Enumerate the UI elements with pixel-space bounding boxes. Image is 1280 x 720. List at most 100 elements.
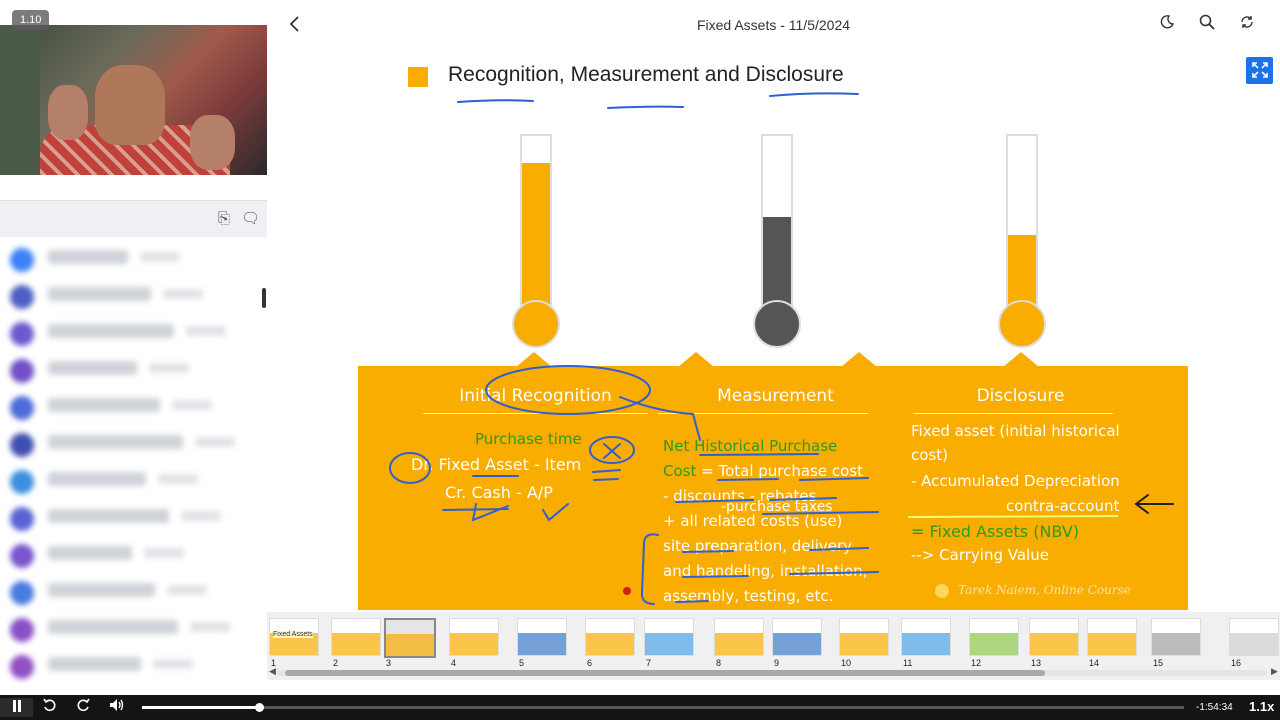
participant-item[interactable] [10,577,250,605]
playback-speed-button[interactable]: 1.1x [1249,699,1274,714]
thumbnail-preview [1230,633,1278,655]
purchase-time-text: Purchase time [475,430,582,448]
participant-item[interactable] [10,244,250,272]
video-presenter-head [95,65,165,145]
thumbnail-number: 7 [646,658,652,668]
slide-title: Recognition, Measurement and Disclosure [448,63,844,86]
chat-icon[interactable]: 🗨 [241,211,260,227]
slide-thumbnail[interactable] [969,618,1019,656]
slide-thumbnail[interactable]: Fixed Assets [269,618,319,656]
participant-item[interactable] [10,318,250,346]
heading-underline [913,413,1113,414]
search-button[interactable] [1196,14,1218,36]
search-icon [1199,14,1215,30]
thumbnail-number: 12 [971,658,982,668]
panel-notch [841,352,877,367]
participant-item[interactable] [10,614,250,642]
thumbnail-preview [518,633,566,655]
participant-time-blurred [186,326,226,336]
thermometer-recognition [520,134,552,318]
measurement-line-1: Net Historical Purchase [663,437,837,455]
slide-thumbnail[interactable] [449,618,499,656]
thumbnail-preview [970,633,1018,655]
participant-item[interactable] [10,466,250,494]
thumbnail-scroll-left[interactable]: ◀ [269,666,276,677]
panel-notch [516,352,552,367]
video-speed-badge: 1.10 [12,10,50,30]
thumbnail-preview [902,633,950,655]
progress-track[interactable] [142,706,1184,709]
participant-time-blurred [190,622,230,632]
measurement-line-7: assembly, testing, etc. [663,587,834,605]
pause-button[interactable] [0,698,33,717]
volume-button[interactable] [107,698,127,717]
volume-icon [110,699,124,711]
measurement-line-5: site preparation, delivery [663,537,853,555]
panel-notch [1003,352,1039,367]
participant-time-blurred [181,511,221,521]
participant-scrollbar[interactable] [262,288,266,308]
thumbnail-number: 9 [774,658,780,668]
heading-disclosure: Disclosure [976,386,1065,406]
participant-item[interactable] [10,281,250,309]
thermometer-bulb [512,300,560,348]
presenter-video[interactable] [0,25,267,175]
slide-thumbnail[interactable] [901,618,951,656]
slide-thumbnail[interactable] [1229,618,1279,656]
measurement-total-text: = Total purchase cost [696,462,864,480]
disclosure-line-6: --> Carrying Value [911,546,1049,564]
participant-time-blurred [140,252,180,262]
avatar [10,285,34,309]
slide-thumbnail[interactable] [331,618,381,656]
thermometer-bulb [753,300,801,348]
theme-toggle-button[interactable] [1156,14,1178,36]
participant-time-blurred [167,585,207,595]
thumbnail-number: 13 [1031,658,1042,668]
slide-thumbnail[interactable] [1029,618,1079,656]
video-presenter-hand [190,115,235,170]
progress-fill [142,706,259,709]
slide-canvas[interactable]: Recognition, Measurement and Disclosure … [358,52,1188,610]
measurement-line-4: + all related costs (use) [663,512,843,530]
avatar [10,618,34,642]
fullscreen-button[interactable] [1246,57,1273,84]
thumbnail-number: 10 [841,658,852,668]
document-title: Fixed Assets - 11/5/2024 [696,17,851,33]
avatar [10,433,34,457]
moon-icon [1160,15,1175,29]
thumbnail-number: 2 [333,658,339,668]
slide-thumbnail[interactable] [772,618,822,656]
thumbnail-scroll-thumb[interactable] [285,670,1045,676]
slide-thumbnail[interactable] [1151,618,1201,656]
thumbnail-scroll-right[interactable]: ▶ [1271,666,1278,677]
forward-icon [77,698,90,712]
participant-item[interactable] [10,392,250,420]
rewind-button[interactable] [40,698,60,717]
slide-thumbnail[interactable] [585,618,635,656]
progress-knob[interactable] [254,703,264,712]
slide-thumbnail[interactable] [384,618,436,658]
time-remaining: -1:54:34 [1196,702,1233,713]
participant-item[interactable] [10,651,250,679]
forward-button[interactable] [73,698,93,717]
participant-name-blurred [48,620,178,634]
video-presenter-hand [48,85,88,140]
participant-time-blurred [172,400,212,410]
thumbnail-preview [332,633,380,655]
copy-icon[interactable]: ⎘ [216,211,232,227]
participant-item[interactable] [10,503,250,531]
sync-button[interactable] [1236,14,1258,36]
participant-item[interactable] [10,429,250,457]
heading-underline [658,413,868,414]
participant-item[interactable] [10,540,250,568]
slide-thumbnail[interactable] [644,618,694,656]
disclosure-line-5: = Fixed Assets (NBV) [911,522,1080,541]
participant-name-blurred [48,657,141,671]
slide-thumbnail[interactable] [839,618,889,656]
slide-thumbnail[interactable] [517,618,567,656]
expand-icon [1251,62,1268,78]
participant-item[interactable] [10,355,250,383]
slide-thumbnail[interactable] [714,618,764,656]
slide-thumbnail[interactable] [1087,618,1137,656]
thermometer-disclosure [1006,134,1038,318]
